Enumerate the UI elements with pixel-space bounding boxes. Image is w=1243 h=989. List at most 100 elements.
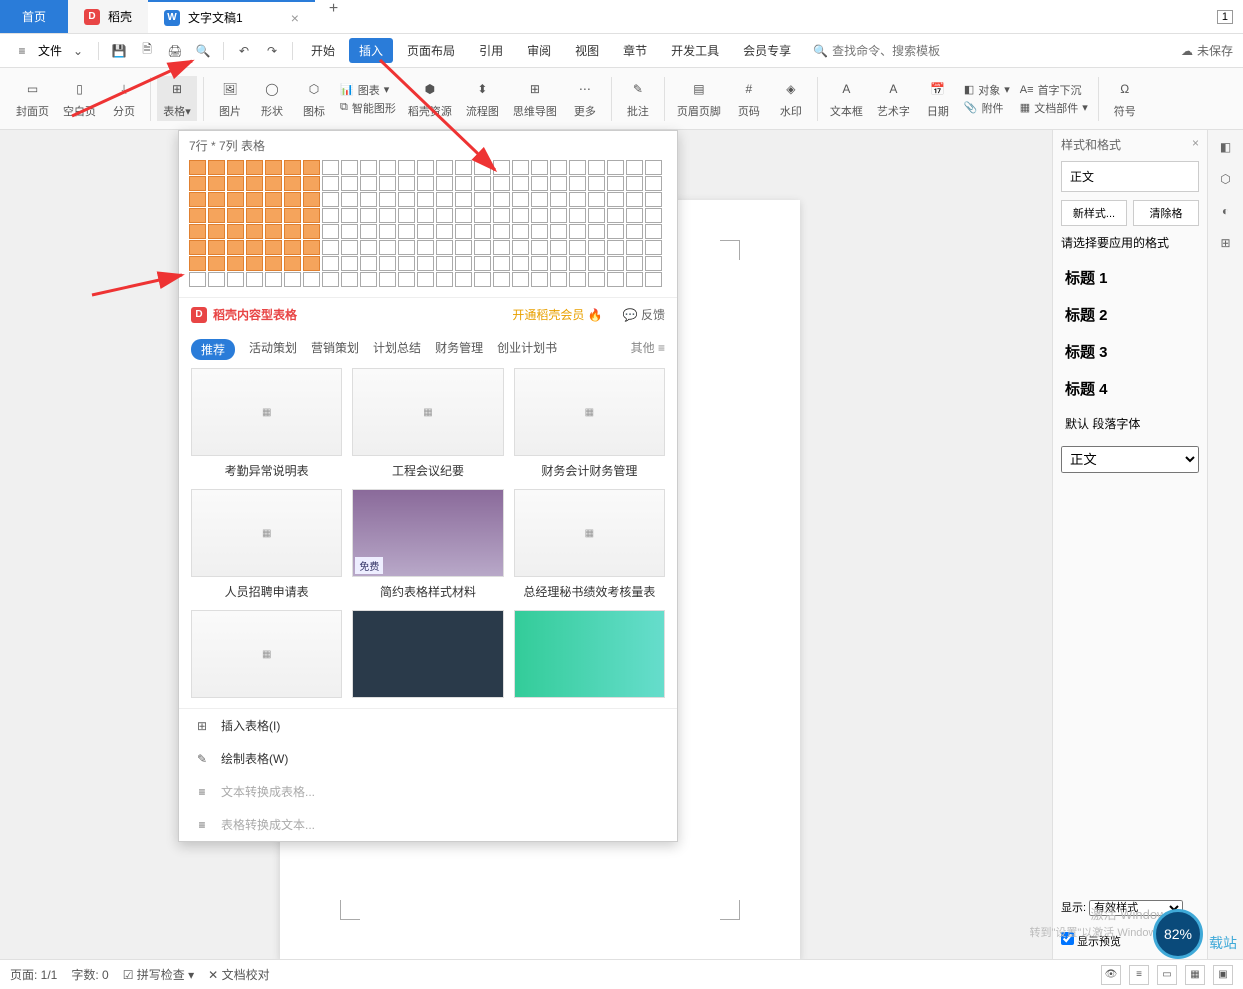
grid-cell[interactable] (341, 208, 358, 223)
template-item[interactable] (352, 610, 503, 698)
grid-cell[interactable] (322, 272, 339, 287)
view-web-icon[interactable]: ▦ (1185, 965, 1205, 985)
grid-cell[interactable] (189, 160, 206, 175)
grid-cell[interactable] (208, 160, 225, 175)
grid-cell[interactable] (417, 224, 434, 239)
style-heading1[interactable]: 标题 1 (1061, 259, 1199, 296)
grid-cell[interactable] (607, 192, 624, 207)
grid-cell[interactable] (474, 192, 491, 207)
wordart-button[interactable]: A艺术字 (871, 76, 916, 121)
grid-cell[interactable] (379, 240, 396, 255)
grid-cell[interactable] (284, 208, 301, 223)
grid-cell[interactable] (265, 208, 282, 223)
grid-cell[interactable] (645, 224, 662, 239)
grid-cell[interactable] (360, 224, 377, 239)
grid-cell[interactable] (607, 272, 624, 287)
grid-cell[interactable] (398, 208, 415, 223)
grid-cell[interactable] (417, 208, 434, 223)
grid-cell[interactable] (227, 192, 244, 207)
grid-cell[interactable] (550, 192, 567, 207)
grid-cell[interactable] (588, 256, 605, 271)
grid-cell[interactable] (436, 256, 453, 271)
grid-cell[interactable] (360, 272, 377, 287)
page-number-button[interactable]: #页码 (729, 76, 769, 121)
dropcap-button[interactable]: A≡首字下沉 (1020, 82, 1082, 98)
style-heading3[interactable]: 标题 3 (1061, 333, 1199, 370)
template-item[interactable]: ▦ (191, 610, 342, 698)
grid-cell[interactable] (322, 208, 339, 223)
grid-cell[interactable] (455, 224, 472, 239)
grid-cell[interactable] (360, 160, 377, 175)
grid-cell[interactable] (227, 256, 244, 271)
grid-cell[interactable] (569, 176, 586, 191)
date-button[interactable]: 📅日期 (918, 76, 958, 121)
grid-cell[interactable] (550, 240, 567, 255)
menu-chapter[interactable]: 章节 (613, 38, 657, 63)
grid-cell[interactable] (607, 256, 624, 271)
grid-cell[interactable] (322, 176, 339, 191)
grid-cell[interactable] (379, 192, 396, 207)
grid-cell[interactable] (303, 208, 320, 223)
grid-cell[interactable] (265, 272, 282, 287)
comment-button[interactable]: ✎批注 (618, 76, 658, 121)
grid-cell[interactable] (246, 272, 263, 287)
grid-cell[interactable] (550, 176, 567, 191)
grid-cell[interactable] (493, 208, 510, 223)
grid-cell[interactable] (569, 208, 586, 223)
close-icon[interactable]: × (291, 10, 299, 26)
object-button[interactable]: ◧对象▾ (964, 82, 1010, 98)
sidebar-icon-1[interactable]: ◧ (1215, 136, 1237, 158)
grid-cell[interactable] (341, 160, 358, 175)
grid-cell[interactable] (569, 192, 586, 207)
grid-cell[interactable] (493, 192, 510, 207)
grid-cell[interactable] (550, 256, 567, 271)
grid-cell[interactable] (189, 192, 206, 207)
template-item[interactable] (514, 610, 665, 698)
view-eye-icon[interactable]: 👁 (1101, 965, 1121, 985)
undo-icon[interactable]: ↶ (232, 39, 256, 63)
grid-cell[interactable] (398, 256, 415, 271)
grid-cell[interactable] (265, 192, 282, 207)
grid-cell[interactable] (531, 192, 548, 207)
cover-page-button[interactable]: ▭封面页 (10, 76, 55, 121)
grid-cell[interactable] (398, 224, 415, 239)
grid-cell[interactable] (246, 192, 263, 207)
grid-cell[interactable] (303, 192, 320, 207)
grid-cell[interactable] (493, 272, 510, 287)
grid-cell[interactable] (645, 256, 662, 271)
grid-cell[interactable] (474, 224, 491, 239)
grid-cell[interactable] (227, 160, 244, 175)
grid-cell[interactable] (208, 208, 225, 223)
page-indicator[interactable]: 页面: 1/1 (10, 966, 57, 983)
grid-cell[interactable] (208, 256, 225, 271)
grid-cell[interactable] (208, 224, 225, 239)
grid-cell[interactable] (588, 192, 605, 207)
grid-cell[interactable] (531, 224, 548, 239)
close-icon[interactable]: × (1192, 136, 1199, 150)
grid-cell[interactable] (208, 240, 225, 255)
grid-cell[interactable] (626, 240, 643, 255)
grid-cell[interactable] (493, 224, 510, 239)
grid-cell[interactable] (284, 256, 301, 271)
new-style-button[interactable]: 新样式... (1061, 200, 1127, 226)
grid-cell[interactable] (360, 208, 377, 223)
menu-vip[interactable]: 会员专享 (733, 38, 801, 63)
grid-cell[interactable] (474, 240, 491, 255)
grid-cell[interactable] (474, 208, 491, 223)
grid-cell[interactable] (322, 192, 339, 207)
grid-cell[interactable] (512, 176, 529, 191)
menu-start[interactable]: 开始 (301, 38, 345, 63)
watermark-button[interactable]: ◈水印 (771, 76, 811, 121)
template-item[interactable]: ▦人员招聘申请表 (191, 489, 342, 600)
grid-cell[interactable] (322, 160, 339, 175)
grid-cell[interactable] (626, 208, 643, 223)
grid-cell[interactable] (569, 256, 586, 271)
save-status[interactable]: ☁未保存 (1181, 42, 1233, 59)
grid-cell[interactable] (398, 240, 415, 255)
grid-cell[interactable] (227, 240, 244, 255)
grid-cell[interactable] (626, 256, 643, 271)
grid-cell[interactable] (246, 240, 263, 255)
grid-cell[interactable] (341, 192, 358, 207)
grid-cell[interactable] (227, 208, 244, 223)
grid-cell[interactable] (265, 224, 282, 239)
